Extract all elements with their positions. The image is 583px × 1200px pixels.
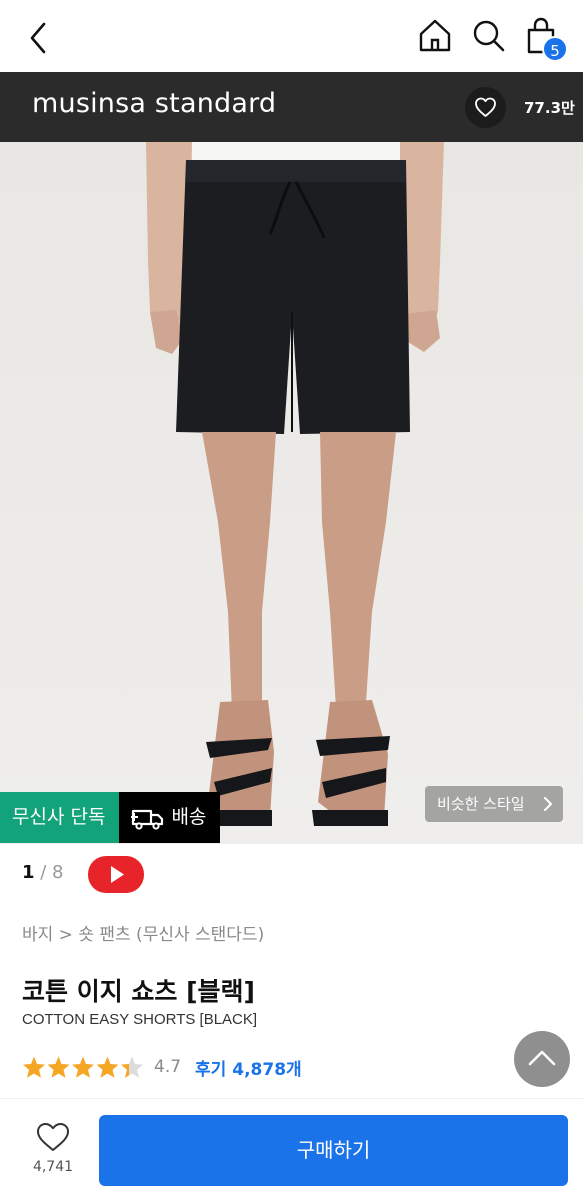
product-title: 코튼 이지 쇼츠 [블랙] bbox=[22, 977, 255, 1006]
review-count-link[interactable]: 후기 4,878개 bbox=[195, 1055, 302, 1080]
exclusive-badge: 무신사 단독 bbox=[0, 792, 120, 843]
search-icon[interactable] bbox=[470, 16, 508, 56]
youtube-play-icon[interactable] bbox=[88, 856, 144, 893]
wishlist-button[interactable]: 4,741 bbox=[26, 1121, 80, 1181]
brand-name[interactable]: musinsa standard bbox=[32, 88, 276, 119]
rating-stars bbox=[23, 1056, 143, 1078]
top-navigation: 5 bbox=[0, 0, 583, 72]
delivery-badge: 배송 bbox=[119, 792, 221, 843]
home-icon[interactable] bbox=[416, 16, 454, 56]
truck-icon bbox=[131, 809, 164, 830]
product-image[interactable] bbox=[0, 142, 583, 844]
buy-button[interactable]: 구매하기 bbox=[99, 1115, 568, 1186]
similar-style-button[interactable]: 비슷한 스타일 bbox=[425, 786, 563, 822]
chevron-right-icon bbox=[543, 786, 553, 835]
star-icon bbox=[47, 1056, 70, 1078]
cart-count-badge: 5 bbox=[542, 36, 568, 62]
shopping-bag-icon[interactable]: 5 bbox=[524, 14, 572, 64]
breadcrumb[interactable]: 바지 > 숏 팬츠 (무신사 스탠다드) bbox=[22, 920, 264, 945]
heart-icon bbox=[475, 97, 496, 117]
star-icon bbox=[23, 1056, 45, 1078]
exclusive-badge-group: 무신사 단독 배송 bbox=[0, 792, 221, 843]
brand-like-button[interactable] bbox=[465, 87, 506, 128]
purchase-bar: 4,741 구매하기 bbox=[0, 1098, 583, 1200]
product-subtitle: COTTON EASY SHORTS [BLACK] bbox=[22, 1011, 258, 1028]
star-icon bbox=[72, 1056, 94, 1078]
image-pager: 1 / 8 bbox=[22, 862, 64, 883]
chevron-left-icon[interactable] bbox=[22, 18, 58, 58]
heart-icon bbox=[37, 1123, 69, 1151]
similar-style-label: 비슷한 스타일 bbox=[437, 795, 525, 813]
rating-row[interactable]: 4.7 후기 4,878개 bbox=[22, 1053, 302, 1081]
delivery-label: 배송 bbox=[171, 806, 207, 828]
product-photo-illustration bbox=[0, 142, 583, 844]
brand-like-count: 77.3만 bbox=[524, 99, 575, 117]
brand-bar: musinsa standard 77.3만 bbox=[0, 72, 583, 142]
scroll-to-top-button[interactable] bbox=[514, 1031, 570, 1087]
pager-current: 1 bbox=[22, 862, 35, 883]
star-icon bbox=[96, 1056, 119, 1078]
wishlist-count: 4,741 bbox=[32, 1159, 74, 1175]
rating-score: 4.7 bbox=[154, 1057, 182, 1077]
chevron-up-icon bbox=[528, 1050, 556, 1066]
pager-total: / 8 bbox=[40, 862, 64, 883]
